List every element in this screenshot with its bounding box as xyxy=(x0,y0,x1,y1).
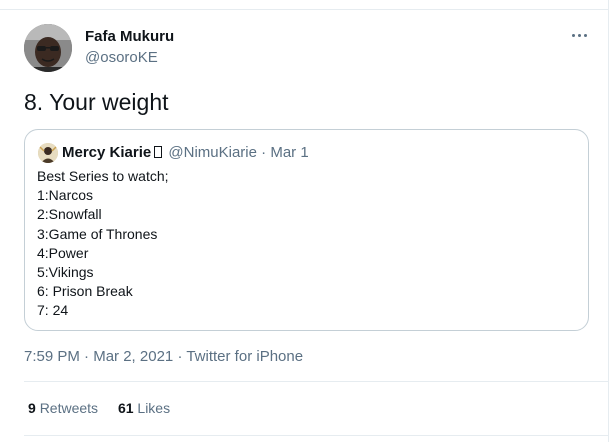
tweet: Fafa Mukuru @osoroKE 8. Your weight Merc… xyxy=(0,0,609,442)
more-dot xyxy=(571,33,575,37)
retweets-count: 9 xyxy=(28,400,36,416)
quoted-line: 5:Vikings xyxy=(37,263,94,280)
stats-divider xyxy=(24,435,609,436)
retweets-label: Retweets xyxy=(39,400,99,416)
tweet-date[interactable]: Mar 2, 2021 xyxy=(93,348,173,365)
quoted-line: 7: 24 xyxy=(37,302,69,319)
quoted-line: 4:Power xyxy=(37,244,89,261)
quoted-author-handle: @NimuKiarie xyxy=(168,144,257,161)
top-divider xyxy=(0,9,609,10)
tweet-text: 8. Your weight xyxy=(24,89,169,115)
avatar-image xyxy=(24,24,72,72)
avatar[interactable] xyxy=(24,24,72,72)
more-dot xyxy=(583,33,587,37)
quoted-line: 2:Snowfall xyxy=(37,206,102,223)
meta-separator: · xyxy=(177,348,183,365)
emoji-placeholder-icon xyxy=(154,146,163,158)
author-name[interactable]: Fafa Mukuru xyxy=(85,28,174,45)
more-dot xyxy=(577,33,581,37)
likes-count: 61 xyxy=(117,400,134,416)
quoted-separator: · xyxy=(261,144,267,161)
likes-label: Likes xyxy=(137,400,171,416)
tweet-meta: 7:59 PM · Mar 2, 2021 · Twitter for iPho… xyxy=(24,348,303,365)
more-options-icon[interactable] xyxy=(566,24,592,46)
quoted-avatar-image xyxy=(38,143,58,163)
tweet-source[interactable]: Twitter for iPhone xyxy=(186,348,303,365)
quoted-line: 1:Narcos xyxy=(37,187,94,204)
tweet-stats: 9 Retweets 61 Likes xyxy=(28,400,186,416)
quoted-tweet-card[interactable]: Mercy Kiarie @NimuKiarie · Mar 1 Best Se… xyxy=(24,129,589,331)
meta-separator: · xyxy=(84,348,90,365)
likes-stat[interactable]: 61 Likes xyxy=(118,400,170,416)
quoted-tweet-header: Mercy Kiarie @NimuKiarie · Mar 1 xyxy=(62,144,309,161)
tweet-time[interactable]: 7:59 PM xyxy=(24,348,80,365)
quoted-author-name: Mercy Kiarie xyxy=(62,144,152,161)
meta-divider xyxy=(24,381,609,382)
quoted-tweet-body: Best Series to watch; 1:Narcos 2:Snowfal… xyxy=(37,167,169,321)
quoted-date: Mar 1 xyxy=(270,144,309,161)
author-handle[interactable]: @osoroKE xyxy=(85,49,158,66)
retweets-stat[interactable]: 9 Retweets xyxy=(28,400,98,416)
quoted-line: 3:Game of Thrones xyxy=(37,225,158,242)
quoted-line: 6: Prison Break xyxy=(37,283,133,300)
quoted-avatar xyxy=(38,143,58,163)
quoted-line: Best Series to watch; xyxy=(37,168,169,184)
